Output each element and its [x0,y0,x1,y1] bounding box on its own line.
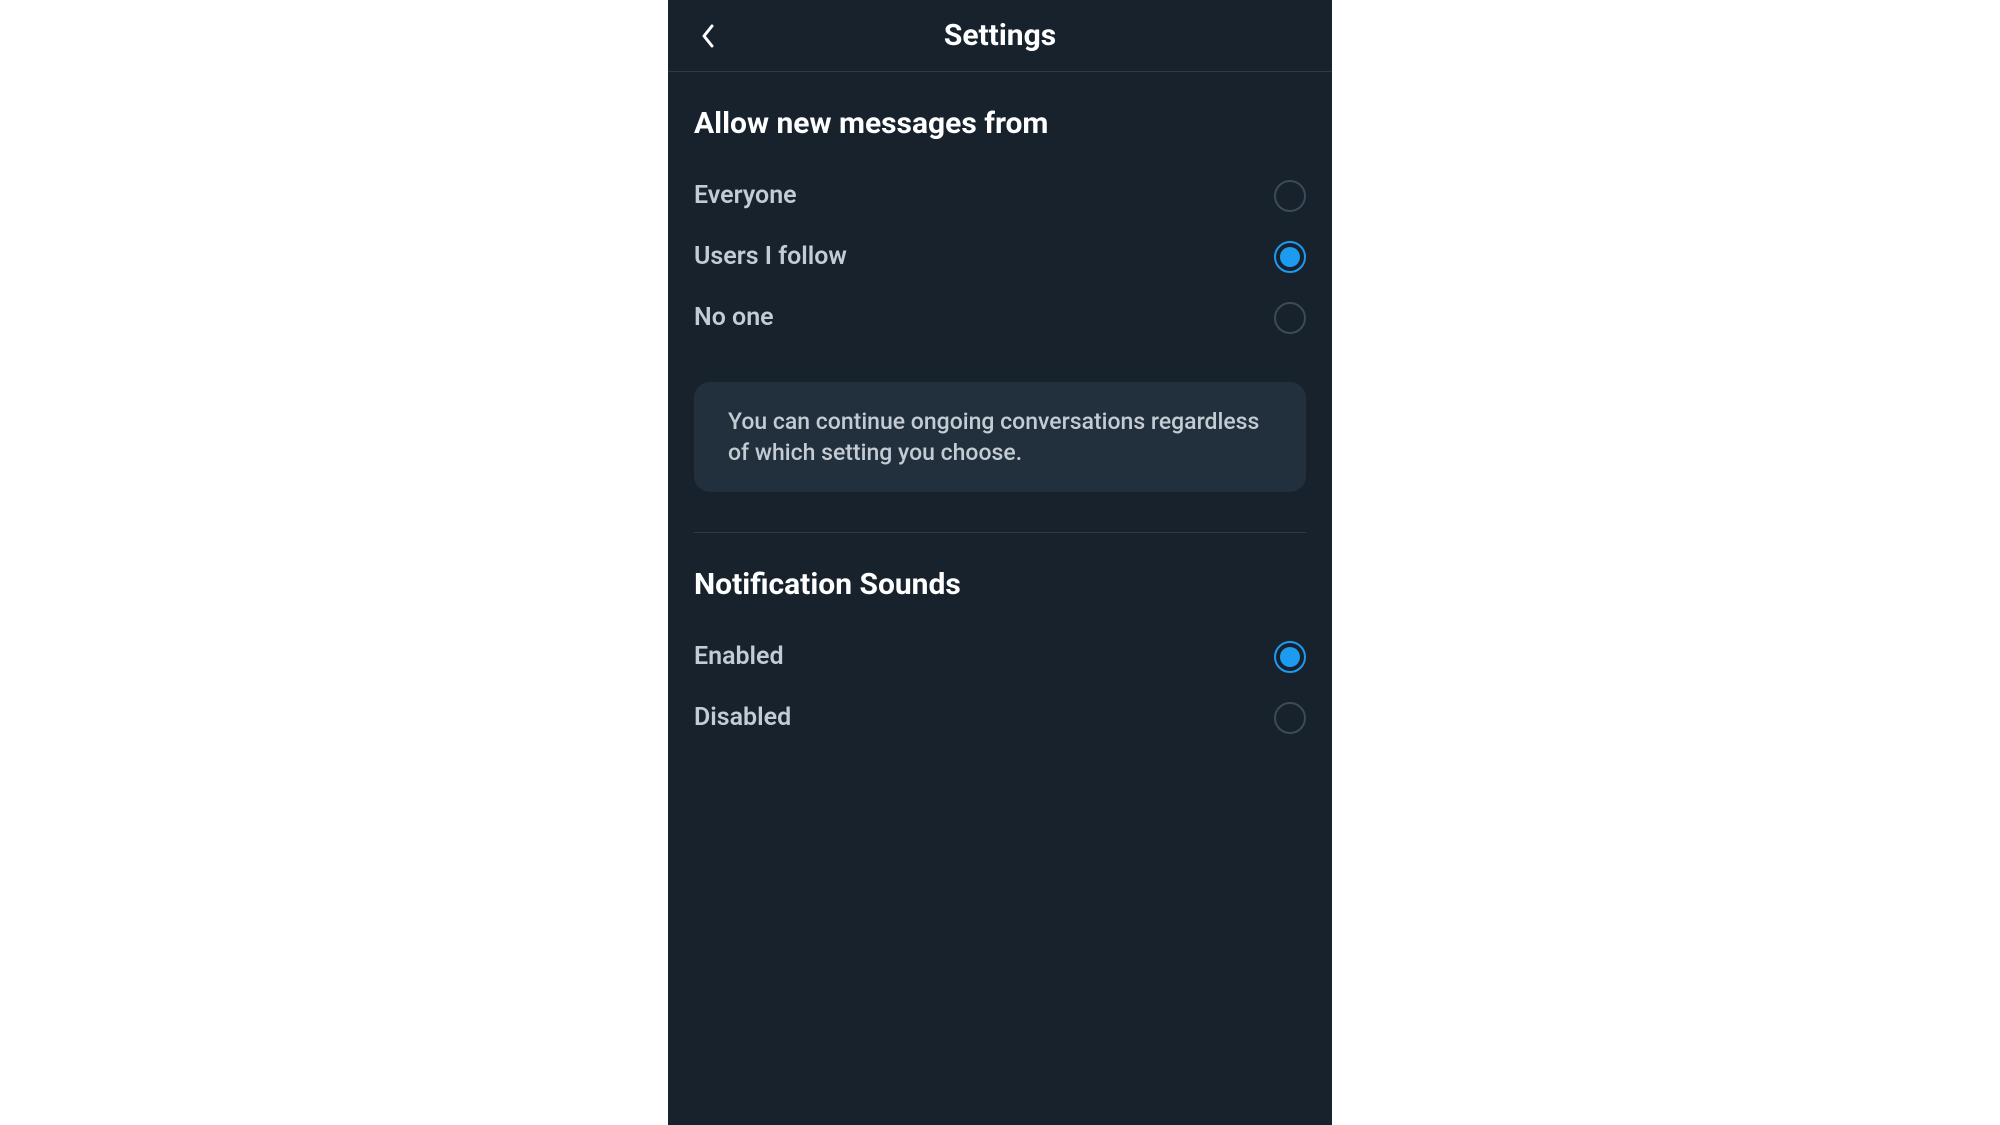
option-no-one[interactable]: No one [694,287,1306,348]
settings-screen: Settings Allow new messages from Everyon… [668,0,1332,1125]
radio-disabled[interactable] [1274,702,1306,734]
option-everyone[interactable]: Everyone [694,165,1306,226]
option-label: Users I follow [694,242,847,271]
section-divider [694,532,1306,533]
radio-users-i-follow[interactable] [1274,241,1306,273]
content: Allow new messages from Everyone Users I… [668,72,1332,748]
info-text: You can continue ongoing conversations r… [728,406,1272,468]
option-disabled[interactable]: Disabled [694,687,1306,748]
option-label: Enabled [694,642,784,671]
info-box: You can continue ongoing conversations r… [694,382,1306,492]
option-label: Everyone [694,181,797,210]
radio-everyone[interactable] [1274,180,1306,212]
header: Settings [668,0,1332,72]
option-enabled[interactable]: Enabled [694,626,1306,687]
radio-enabled[interactable] [1274,641,1306,673]
page-title: Settings [944,18,1056,53]
section-title-sounds: Notification Sounds [694,567,1306,602]
section-title-messages: Allow new messages from [694,106,1306,141]
option-label: No one [694,303,774,332]
option-users-i-follow[interactable]: Users I follow [694,226,1306,287]
back-button[interactable] [688,16,728,56]
radio-no-one[interactable] [1274,302,1306,334]
chevron-left-icon [698,22,718,50]
option-label: Disabled [694,703,791,732]
